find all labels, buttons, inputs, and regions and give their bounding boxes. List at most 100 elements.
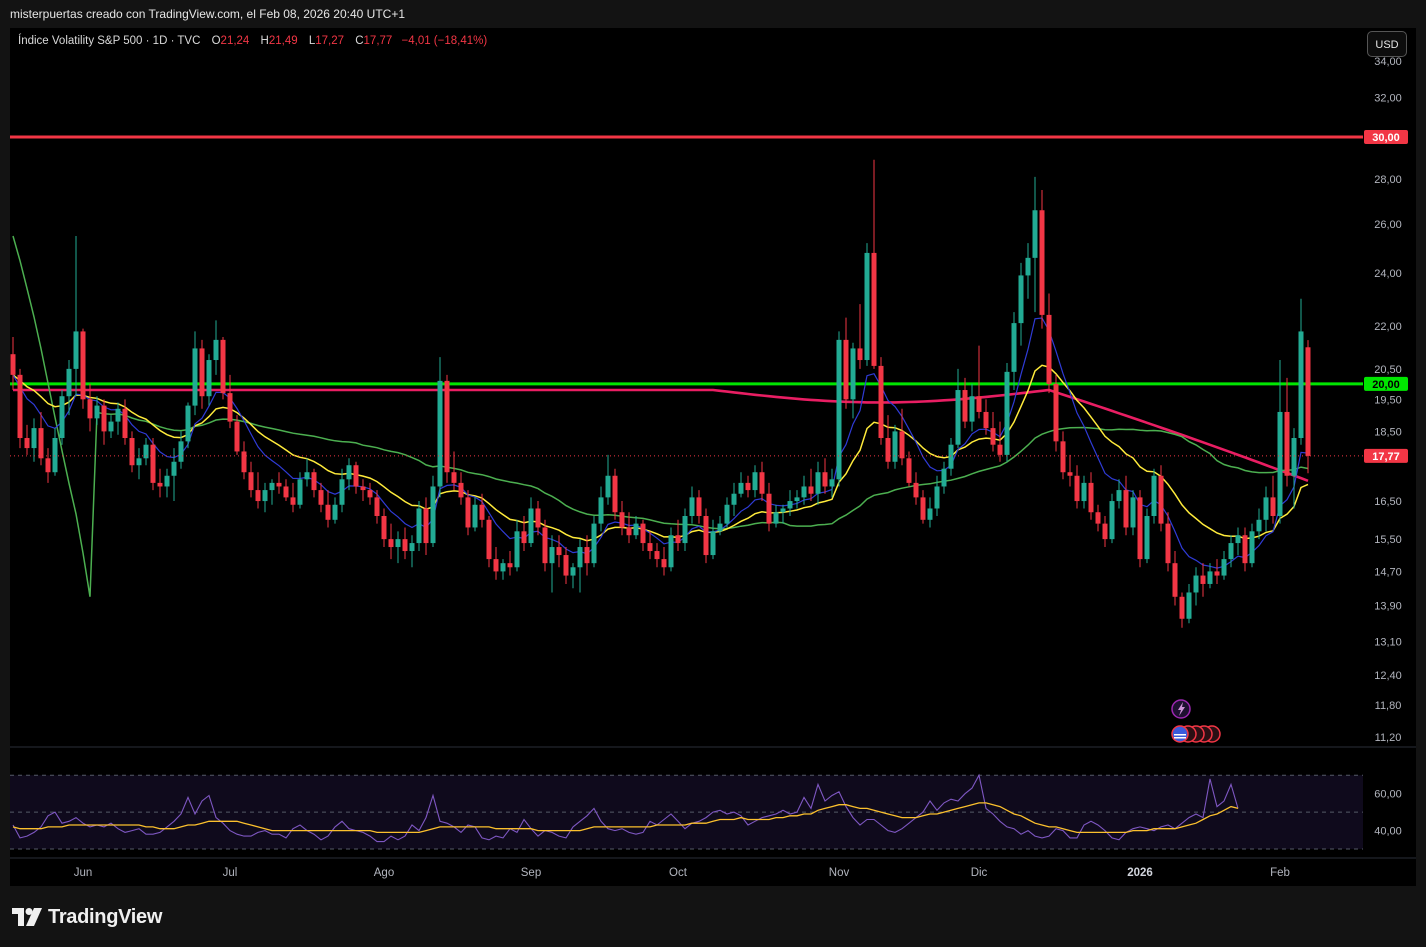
candle[interactable] <box>976 345 982 419</box>
candle[interactable] <box>647 531 653 560</box>
flash-icon[interactable] <box>1171 699 1191 719</box>
candle[interactable] <box>549 535 555 593</box>
candle[interactable] <box>1067 454 1073 487</box>
candle[interactable] <box>493 547 499 580</box>
candle[interactable] <box>73 235 79 397</box>
candle[interactable] <box>521 516 527 552</box>
candle[interactable] <box>1018 262 1024 346</box>
candle[interactable] <box>206 354 212 406</box>
candle[interactable] <box>416 501 422 552</box>
candle[interactable] <box>1137 490 1143 568</box>
candle[interactable] <box>1221 551 1227 580</box>
candle[interactable] <box>500 559 506 580</box>
currency-button[interactable]: USD <box>1367 31 1407 57</box>
candle[interactable] <box>1088 472 1094 520</box>
candle[interactable] <box>101 399 107 445</box>
candle[interactable] <box>1270 475 1276 524</box>
candle[interactable] <box>1298 298 1304 445</box>
candle[interactable] <box>773 504 779 528</box>
candle[interactable] <box>304 458 310 487</box>
candle[interactable] <box>52 428 58 476</box>
candle[interactable] <box>871 159 877 369</box>
candle[interactable] <box>577 539 583 593</box>
candle[interactable] <box>927 497 933 528</box>
candle[interactable] <box>353 461 359 494</box>
candle[interactable] <box>542 519 548 572</box>
candle[interactable] <box>920 490 926 524</box>
candle[interactable] <box>640 519 646 552</box>
candle[interactable] <box>696 490 702 524</box>
candle[interactable] <box>409 535 415 568</box>
candle[interactable] <box>80 328 86 409</box>
candle[interactable] <box>710 519 716 560</box>
candle[interactable] <box>507 551 513 576</box>
candle[interactable] <box>969 383 975 432</box>
candle[interactable] <box>1151 468 1157 524</box>
candle[interactable] <box>430 475 436 548</box>
candle[interactable] <box>1172 551 1178 606</box>
candle[interactable] <box>1214 559 1220 584</box>
candle[interactable] <box>150 438 156 491</box>
candle[interactable] <box>906 451 912 487</box>
candle[interactable] <box>325 490 331 528</box>
candle[interactable] <box>115 402 121 435</box>
candle[interactable] <box>1249 523 1255 568</box>
candle[interactable] <box>892 424 898 469</box>
candle[interactable] <box>213 320 219 375</box>
candle[interactable] <box>731 482 737 517</box>
candle[interactable] <box>815 461 821 505</box>
candle[interactable] <box>822 458 828 494</box>
candle[interactable] <box>157 468 163 498</box>
candle[interactable] <box>535 501 541 536</box>
candle[interactable] <box>38 411 44 466</box>
candle[interactable] <box>374 490 380 524</box>
candle[interactable] <box>136 448 142 480</box>
candle[interactable] <box>143 438 149 466</box>
candle[interactable] <box>458 472 464 505</box>
candle[interactable] <box>423 497 429 556</box>
candle[interactable] <box>199 339 205 409</box>
candle[interactable] <box>465 490 471 536</box>
candle[interactable] <box>850 342 856 419</box>
candle[interactable] <box>843 317 849 409</box>
candle[interactable] <box>794 490 800 509</box>
candle[interactable] <box>1053 374 1059 452</box>
candle[interactable] <box>241 441 247 480</box>
candle[interactable] <box>808 468 814 502</box>
candle[interactable] <box>598 486 604 532</box>
candle[interactable] <box>1144 508 1150 564</box>
candle[interactable] <box>59 390 65 445</box>
candle[interactable] <box>311 468 317 498</box>
candle[interactable] <box>955 368 961 449</box>
candle[interactable] <box>857 304 863 369</box>
candle[interactable] <box>591 516 597 568</box>
candle[interactable] <box>682 508 688 552</box>
candle[interactable] <box>612 468 618 520</box>
candle[interactable] <box>255 472 261 509</box>
candle[interactable] <box>1004 362 1010 462</box>
candle[interactable] <box>703 508 709 564</box>
candle[interactable] <box>290 482 296 513</box>
candle[interactable] <box>220 337 226 400</box>
candle[interactable] <box>283 479 289 502</box>
candle[interactable] <box>1109 493 1115 544</box>
candle[interactable] <box>346 458 352 491</box>
candle[interactable] <box>1060 431 1066 480</box>
candle[interactable] <box>661 547 667 576</box>
candle[interactable] <box>164 468 170 498</box>
candle[interactable] <box>1046 293 1052 394</box>
candle[interactable] <box>619 501 625 536</box>
candle[interactable] <box>913 472 919 505</box>
candle[interactable] <box>941 461 947 494</box>
candle[interactable] <box>444 374 450 483</box>
candle[interactable] <box>780 504 786 524</box>
candle[interactable] <box>878 357 884 445</box>
candle[interactable] <box>248 461 254 498</box>
candle[interactable] <box>269 479 275 505</box>
candle[interactable] <box>486 516 492 568</box>
candle[interactable] <box>31 418 37 462</box>
candle[interactable] <box>1305 340 1311 474</box>
candle[interactable] <box>1102 516 1108 548</box>
candle[interactable] <box>332 497 338 524</box>
candle[interactable] <box>1235 527 1241 556</box>
